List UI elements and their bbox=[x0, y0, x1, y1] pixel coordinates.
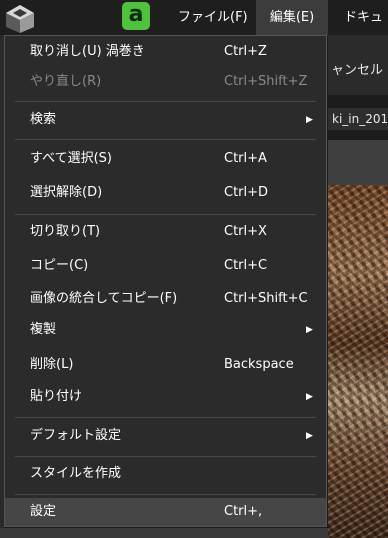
menu-item-deselect[interactable]: 選択解除(D) Ctrl+D bbox=[5, 177, 326, 209]
menu-item-shortcut: Backspace bbox=[224, 357, 294, 372]
menu-item-shortcut: Ctrl+A bbox=[224, 151, 267, 166]
menu-item-label: コピー(C) bbox=[30, 258, 89, 273]
menu-item-label: 選択解除(D) bbox=[30, 185, 103, 200]
submenu-arrow-icon: ▶ bbox=[306, 431, 313, 441]
menu-item-label: すべて選択(S) bbox=[30, 151, 112, 166]
menu-item-label: 貼り付け bbox=[30, 389, 83, 404]
canvas-image[interactable] bbox=[328, 185, 388, 538]
edit-menu-dropdown: 取り消し(U) 渦巻き Ctrl+Z やり直し(R) Ctrl+Shift+Z … bbox=[4, 35, 327, 527]
menu-edit[interactable]: 編集(E) bbox=[256, 0, 328, 35]
menu-item-shortcut: Ctrl+C bbox=[224, 258, 268, 273]
menu-separator bbox=[15, 139, 316, 140]
submenu-arrow-icon: ▶ bbox=[306, 115, 313, 125]
menu-item-shortcut: Ctrl+Z bbox=[224, 44, 267, 59]
menu-document[interactable]: ドキュメ bbox=[336, 0, 388, 60]
document-tab[interactable]: ki_in_2019 bbox=[328, 108, 388, 130]
menu-item-shortcut: Ctrl+Shift+C bbox=[224, 291, 308, 306]
menu-item-copy-merged[interactable]: 画像の統合してコピー(F) Ctrl+Shift+C bbox=[5, 283, 326, 315]
menu-item-shortcut: Ctrl+X bbox=[224, 224, 267, 239]
menu-item-label: 切り取り(T) bbox=[30, 224, 101, 239]
menu-item-label: デフォルト設定 bbox=[30, 428, 122, 443]
canvas-background bbox=[328, 140, 388, 185]
menu-item-shortcut: Ctrl+D bbox=[224, 185, 269, 200]
menu-item-select-all[interactable]: すべて選択(S) Ctrl+A bbox=[5, 143, 326, 175]
menu-item-label: 取り消し(U) 渦巻き bbox=[30, 44, 145, 59]
menu-item-default-settings[interactable]: デフォルト設定 ▶ bbox=[5, 420, 326, 452]
menu-item-label: 検索 bbox=[30, 112, 57, 127]
menu-item-copy[interactable]: コピー(C) Ctrl+C bbox=[5, 250, 326, 282]
menu-item-cut[interactable]: 切り取り(T) Ctrl+X bbox=[5, 216, 326, 248]
menu-separator bbox=[15, 214, 316, 215]
menu-item-duplicate[interactable]: 複製 ▶ bbox=[5, 314, 326, 346]
submenu-arrow-icon: ▶ bbox=[306, 325, 313, 335]
menu-file[interactable]: ファイル(F) bbox=[164, 0, 262, 35]
menu-separator bbox=[15, 101, 316, 102]
menu-item-undo[interactable]: 取り消し(U) 渦巻き Ctrl+Z bbox=[5, 36, 326, 68]
menu-separator bbox=[15, 456, 316, 457]
menu-separator bbox=[15, 494, 316, 495]
menu-item-shortcut: Ctrl+Shift+Z bbox=[224, 74, 308, 89]
menu-item-label: スタイルを作成 bbox=[30, 466, 122, 481]
menu-item-paste[interactable]: 貼り付け ▶ bbox=[5, 381, 326, 413]
bottom-panel-edge bbox=[0, 528, 328, 538]
menu-item-label: 複製 bbox=[30, 322, 57, 337]
submenu-arrow-icon: ▶ bbox=[306, 392, 313, 402]
app-icon[interactable]: a bbox=[122, 2, 150, 30]
menu-item-delete[interactable]: 削除(L) Backspace bbox=[5, 349, 326, 381]
menu-item-create-style[interactable]: スタイルを作成 bbox=[5, 458, 326, 490]
menu-item-shortcut: Ctrl+, bbox=[224, 504, 263, 519]
menu-item-redo: やり直し(R) Ctrl+Shift+Z bbox=[5, 66, 326, 98]
menu-item-label: 削除(L) bbox=[30, 357, 74, 372]
menu-bar: a ファイル(F) 編集(E) ドキュメ bbox=[0, 0, 388, 60]
menu-item-preferences[interactable]: 設定 Ctrl+, bbox=[5, 498, 326, 526]
menu-item-label: 設定 bbox=[30, 504, 57, 519]
app-logo-icon[interactable] bbox=[2, 3, 38, 33]
menu-item-label: やり直し(R) bbox=[30, 74, 102, 89]
menu-item-search[interactable]: 検索 ▶ bbox=[5, 104, 326, 136]
cancel-button[interactable]: ャンセル bbox=[331, 59, 383, 78]
menu-item-label: 画像の統合してコピー(F) bbox=[30, 291, 178, 306]
menu-separator bbox=[15, 417, 316, 418]
